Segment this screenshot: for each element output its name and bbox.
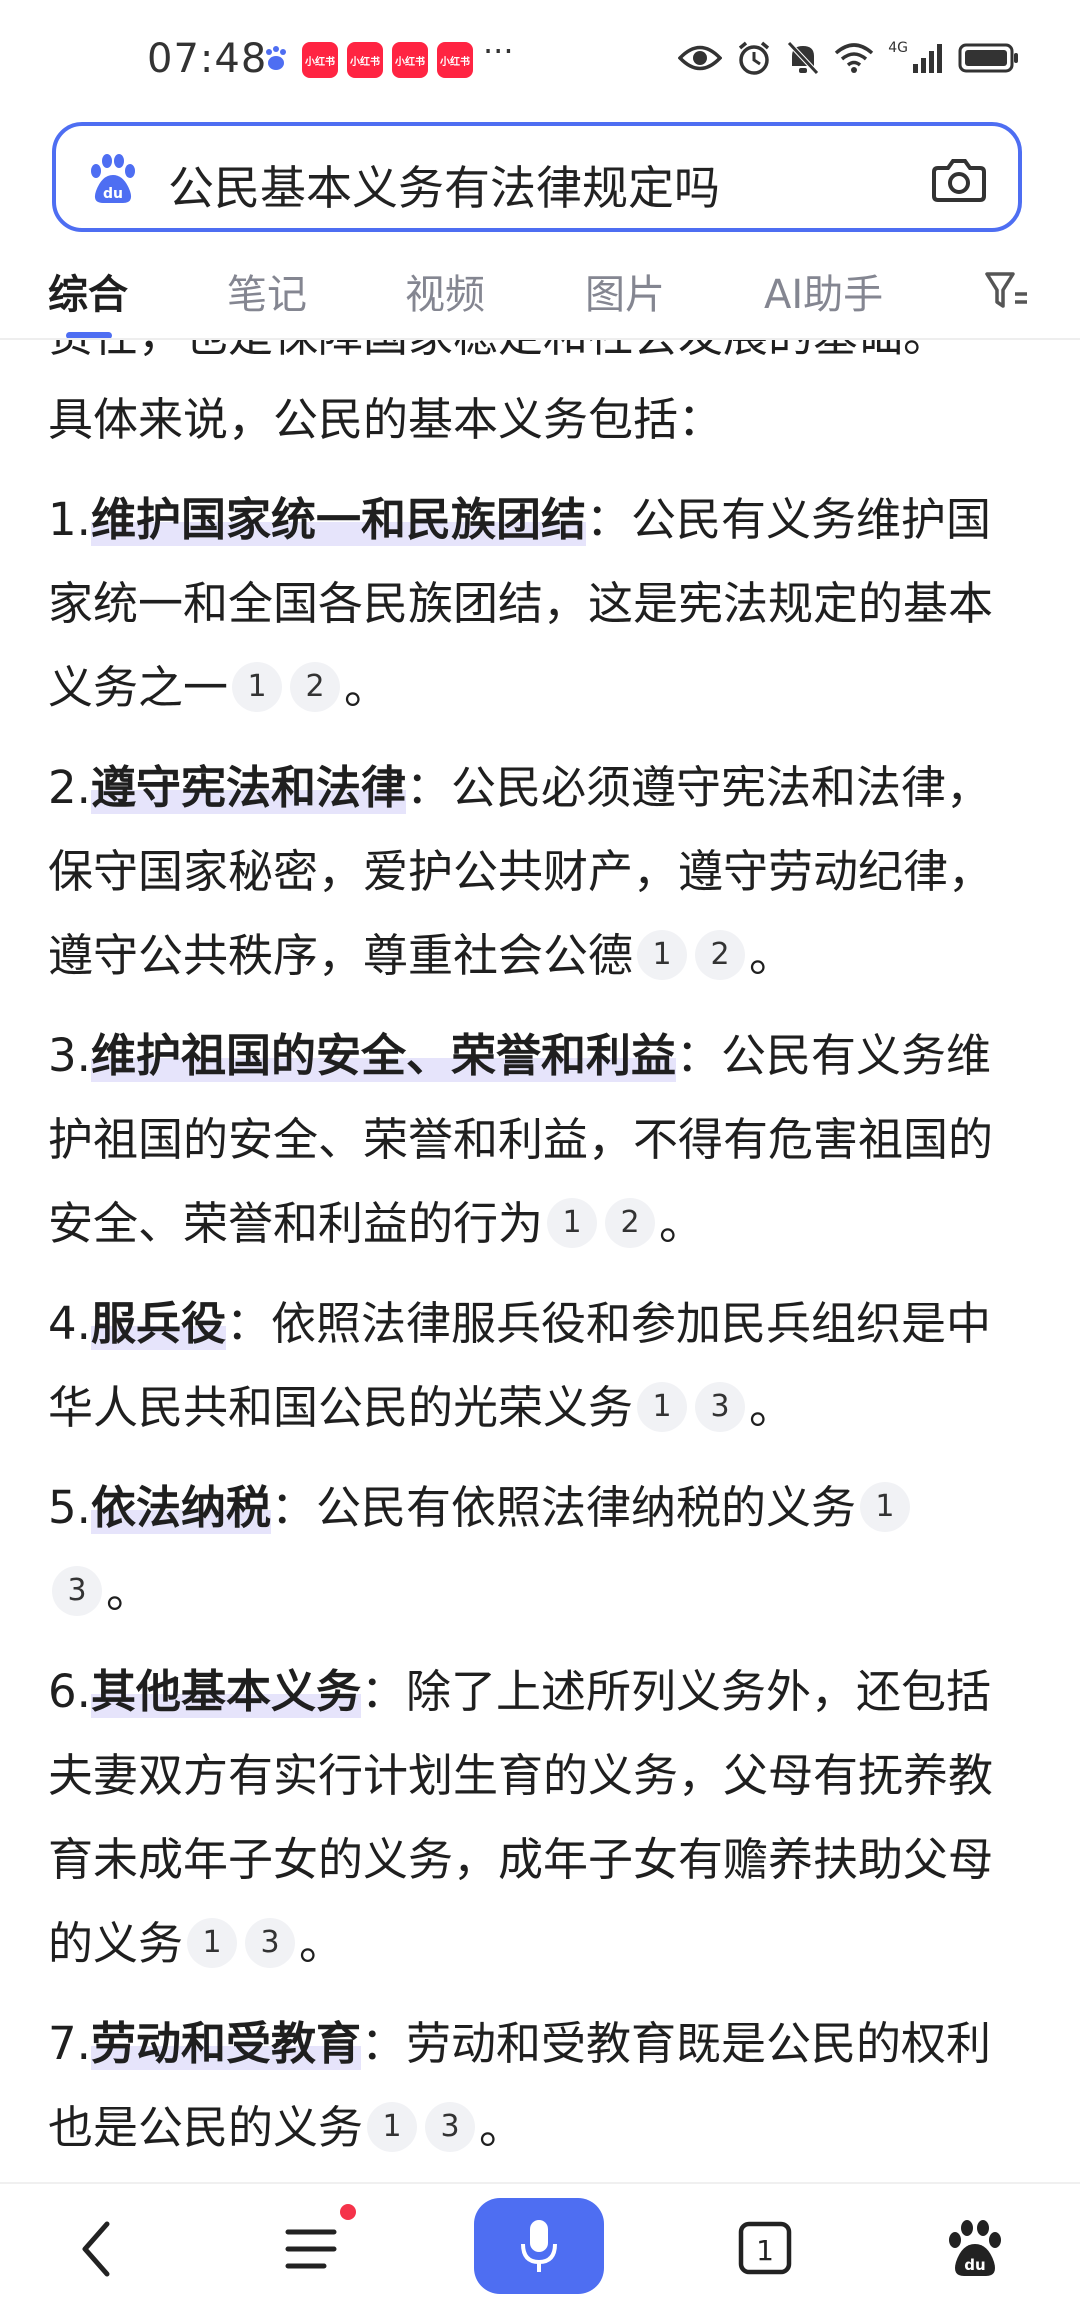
baidu-paw-icon bbox=[266, 46, 286, 70]
citation-badge[interactable]: 1 bbox=[859, 1482, 910, 1532]
battery-icon bbox=[958, 43, 1018, 73]
item-text: ：公民有依照法律纳税的义务 bbox=[270, 1481, 856, 1534]
baidu-home-icon[interactable]: du bbox=[930, 2204, 1020, 2294]
tab-count: 1 bbox=[756, 2234, 774, 2267]
tab-comprehensive[interactable]: 综合 bbox=[48, 262, 128, 320]
list-item: 5.依法纳税：公民有依照法律纳税的义务 1 3。 bbox=[48, 1466, 1018, 1634]
item-end: 。 bbox=[344, 661, 390, 714]
eye-icon bbox=[678, 45, 723, 71]
item-number: 1. bbox=[48, 493, 91, 546]
tab-notes[interactable]: 笔记 bbox=[227, 262, 307, 320]
tabs-count-icon[interactable]: 1 bbox=[720, 2204, 810, 2294]
item-title: 服兵役 bbox=[90, 1297, 226, 1350]
ai-answer-content: 责任，也是保障国家稳定和社会发展的基础。 具体来说，公民的基本义务包括： 1.维… bbox=[0, 340, 1080, 2182]
list-item: 3.维护祖国的安全、荣誉和利益：公民有义务维护祖国的安全、荣誉和利益，不得有危害… bbox=[48, 1014, 1018, 1266]
item-title: 维护祖国的安全、荣誉和利益 bbox=[90, 1029, 676, 1082]
status-bar: 07:48 小红书 小红书 小红书 小红书 ··· 4G bbox=[0, 0, 1080, 120]
svg-text:du: du bbox=[103, 186, 123, 202]
search-input[interactable]: 公民基本义务有法律规定吗 bbox=[168, 152, 720, 218]
tab-ai-assistant[interactable]: AI助手 bbox=[764, 262, 883, 320]
citation-badge[interactable]: 1 bbox=[232, 662, 283, 712]
back-icon[interactable] bbox=[55, 2204, 145, 2294]
item-number: 4. bbox=[48, 1297, 91, 1350]
status-icons: 4G bbox=[678, 40, 1020, 76]
citation-badge[interactable]: 1 bbox=[637, 930, 688, 980]
alarm-icon bbox=[739, 41, 770, 75]
item-number: 5. bbox=[48, 1481, 91, 1534]
list-item: 2.遵守宪法和法律：公民必须遵守宪法和法律，保守国家秘密，爱护公共财产，遵守劳动… bbox=[48, 746, 1018, 998]
item-title: 依法纳税 bbox=[90, 1481, 271, 1534]
item-end: 。 bbox=[299, 1917, 345, 1970]
baidu-paw-icon[interactable]: du bbox=[86, 153, 140, 207]
voice-search-button[interactable] bbox=[474, 2198, 604, 2294]
item-number: 6. bbox=[48, 1665, 91, 1718]
xiaohongshu-notification-icon: 小红书 bbox=[392, 42, 428, 78]
status-time: 07:48 bbox=[147, 36, 268, 82]
intro-text: 具体来说，公民的基本义务包括： bbox=[48, 393, 724, 446]
list-item: 1.维护国家统一和民族团结：公民有义务维护国家统一和全国各民族团结，这是宪法规定… bbox=[48, 478, 1018, 730]
citation-badge[interactable]: 1 bbox=[187, 1918, 238, 1968]
item-title: 其他基本义务 bbox=[90, 1665, 361, 1718]
tab-images[interactable]: 图片 bbox=[585, 262, 665, 320]
citation-badge[interactable]: 3 bbox=[695, 1382, 746, 1432]
citation-badge[interactable]: 2 bbox=[605, 1198, 656, 1248]
notification-badge bbox=[340, 2204, 356, 2220]
mute-icon bbox=[787, 41, 820, 75]
item-end: 。 bbox=[749, 929, 795, 982]
list-item: 6.其他基本义务：除了上述所列义务外，还包括夫妻双方有实行计划生育的义务，父母有… bbox=[48, 1650, 1018, 1986]
result-tabs: 综合 笔记 视频 图片 AI助手 bbox=[0, 250, 1080, 340]
item-number: 3. bbox=[48, 1029, 91, 1082]
citation-badge[interactable]: 3 bbox=[52, 1566, 102, 1616]
xiaohongshu-notification-icon: 小红书 bbox=[347, 42, 383, 78]
item-end: 。 bbox=[106, 1565, 152, 1618]
item-title: 遵守宪法和法律 bbox=[90, 761, 406, 814]
microphone-icon bbox=[521, 2220, 557, 2272]
answer-body: 责任，也是保障国家稳定和社会发展的基础。 具体来说，公民的基本义务包括： 1.维… bbox=[48, 340, 1018, 2182]
wifi-icon bbox=[835, 43, 874, 73]
network-type: 4G bbox=[888, 40, 908, 56]
item-number: 2. bbox=[48, 761, 91, 814]
more-notifications-icon: ··· bbox=[483, 32, 514, 70]
citation-badge[interactable]: 3 bbox=[245, 1918, 296, 1968]
citation-badge[interactable]: 1 bbox=[367, 2102, 418, 2152]
list-item: 7.劳动和受教育：劳动和受教育既是公民的权利也是公民的义务 1 3。 bbox=[48, 2002, 1018, 2170]
citation-badge[interactable]: 1 bbox=[547, 1198, 598, 1248]
list-item: 4.服兵役：依照法律服兵役和参加民兵组织是中华人民共和国公民的光荣义务 1 3。 bbox=[48, 1282, 1018, 1450]
signal-icon bbox=[913, 44, 942, 73]
item-title: 劳动和受教育 bbox=[90, 2017, 361, 2070]
citation-badge[interactable]: 2 bbox=[290, 662, 341, 712]
xiaohongshu-notification-icon: 小红书 bbox=[437, 42, 473, 78]
item-title: 维护国家统一和民族团结 bbox=[90, 493, 586, 546]
citation-badge[interactable]: 3 bbox=[425, 2102, 476, 2152]
item-end: 。 bbox=[659, 1197, 705, 1250]
filter-icon[interactable] bbox=[985, 268, 1029, 312]
item-number: 7. bbox=[48, 2017, 91, 2070]
bottom-nav: 1 du bbox=[0, 2182, 1080, 2312]
item-end: 。 bbox=[479, 2101, 525, 2154]
partial-paragraph: 责任，也是保障国家稳定和社会发展的基础。 bbox=[48, 340, 1018, 378]
citation-badge[interactable]: 1 bbox=[637, 1382, 688, 1432]
xiaohongshu-notification-icon: 小红书 bbox=[302, 42, 338, 78]
search-bar[interactable]: du 公民基本义务有法律规定吗 bbox=[52, 122, 1022, 232]
item-end: 。 bbox=[749, 1381, 795, 1434]
camera-icon[interactable] bbox=[930, 150, 988, 208]
tab-videos[interactable]: 视频 bbox=[405, 262, 485, 320]
svg-text:du: du bbox=[964, 2256, 985, 2274]
citation-badge[interactable]: 2 bbox=[695, 930, 746, 980]
